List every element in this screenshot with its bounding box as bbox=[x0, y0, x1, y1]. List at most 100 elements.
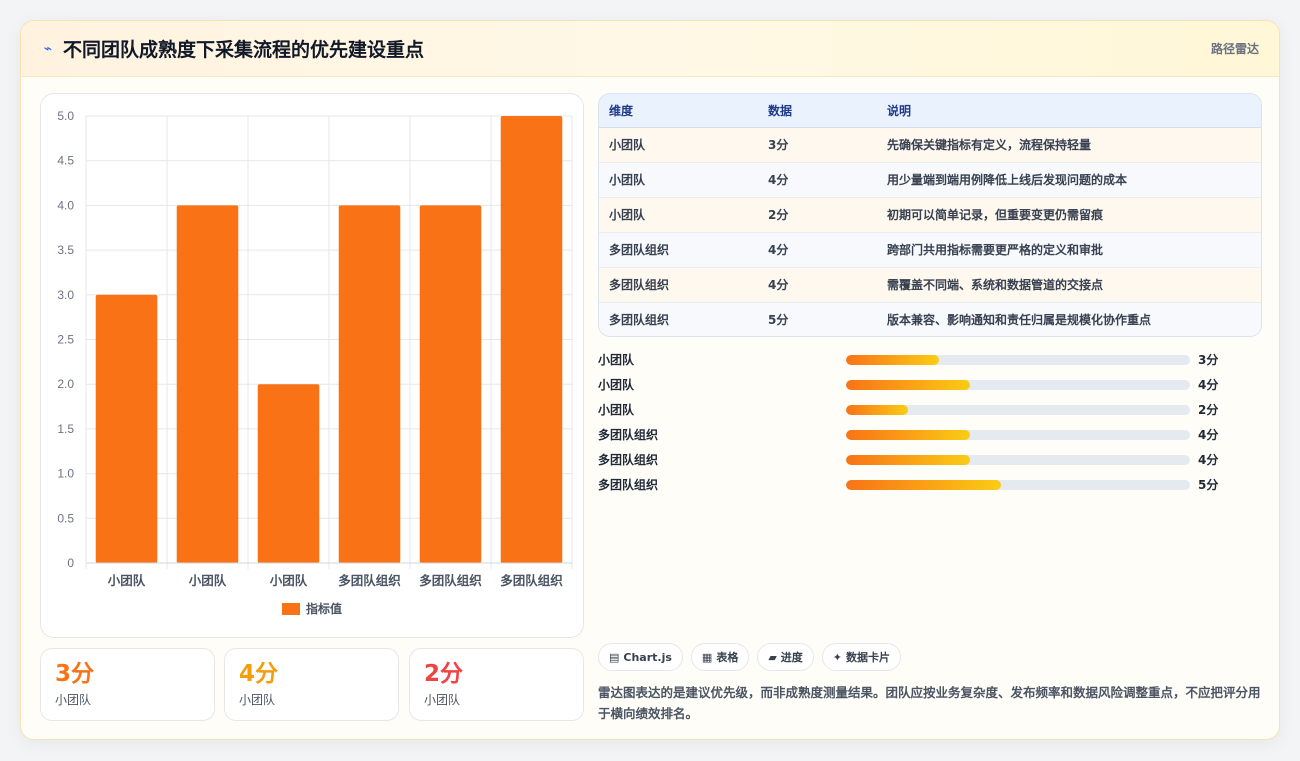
table-cell: 版本兼容、影响通知和责任归属是规模化协作重点 bbox=[877, 302, 1261, 336]
table-cell: 小团队 bbox=[599, 162, 758, 198]
bar bbox=[419, 205, 482, 563]
progress-label: 多团队组织 bbox=[598, 453, 659, 467]
table-header-dimension: 维度 bbox=[599, 94, 758, 128]
stat-value: 3分 bbox=[55, 661, 95, 687]
progress-row: 小团队 3分 bbox=[598, 347, 1262, 372]
progress-track bbox=[846, 404, 1190, 415]
table-cell: 5分 bbox=[758, 302, 877, 336]
progress-row: 多团队组织 5分 bbox=[598, 472, 1262, 497]
table-cell: 4分 bbox=[758, 267, 877, 303]
table-cell: 多团队组织 bbox=[599, 232, 758, 268]
card-icon: ✦ bbox=[832, 650, 843, 664]
progress-track bbox=[846, 379, 1190, 390]
y-tick-label: 1.0 bbox=[57, 467, 74, 481]
legend-label: 指标值 bbox=[305, 602, 342, 616]
footnote: 雷达图表达的是建议优先级，而非成熟度测量结果。团队应按业务复杂度、发布频率和数据… bbox=[598, 685, 1261, 721]
stat-card: 2分 小团队 bbox=[409, 648, 584, 721]
chip-table[interactable]: ▦ 表格 bbox=[690, 643, 750, 671]
progress-track bbox=[846, 479, 1190, 490]
table-row: 多团队组织 4分 跨部门共用指标需要更严格的定义和审批 bbox=[599, 232, 1261, 268]
progress-score: 5分 bbox=[1198, 478, 1219, 492]
progress-score: 4分 bbox=[1198, 453, 1219, 467]
bar bbox=[95, 294, 158, 563]
chip-label: 数据卡片 bbox=[846, 651, 891, 664]
table-cell: 多团队组织 bbox=[599, 267, 758, 303]
header-tag: 路径雷达 bbox=[1210, 42, 1259, 56]
x-tick-label: 小团队 bbox=[107, 573, 146, 588]
table-cell: 2分 bbox=[758, 197, 877, 233]
progress-track bbox=[846, 454, 1190, 465]
y-tick-label: 3.0 bbox=[57, 288, 74, 302]
table-cell: 多团队组织 bbox=[599, 302, 758, 336]
table-cell: 初期可以简单记录，但重要变更仍需留痕 bbox=[877, 197, 1261, 233]
chip-label: 表格 bbox=[716, 651, 739, 664]
bar bbox=[176, 205, 239, 563]
y-tick-label: 5.0 bbox=[57, 109, 74, 123]
y-tick-label: 0 bbox=[67, 556, 74, 570]
chip-label: 进度 bbox=[780, 651, 803, 664]
chip-data-card[interactable]: ✦ 数据卡片 bbox=[821, 643, 902, 671]
stat-value: 4分 bbox=[239, 661, 279, 687]
progress-label: 小团队 bbox=[598, 378, 635, 392]
stat-card: 3分 小团队 bbox=[40, 648, 215, 721]
bar bbox=[500, 116, 563, 563]
progress-row: 小团队 2分 bbox=[598, 397, 1262, 422]
table-row: 多团队组织 4分 需覆盖不同端、系统和数据管道的交接点 bbox=[599, 267, 1261, 303]
progress-fill bbox=[846, 379, 970, 390]
progress-score: 4分 bbox=[1198, 378, 1219, 392]
data-table: 维度 数据 说明 小团队 3分 先确保关键指标有定义，流程保持轻量 小团队 4分… bbox=[598, 93, 1262, 337]
main-card: ⌁ 不同团队成熟度下采集流程的优先建设重点 路径雷达 0 0.5 1.0 1.5 2.0… bbox=[20, 20, 1280, 740]
bar bbox=[338, 205, 401, 563]
progress-row: 多团队组织 4分 bbox=[598, 447, 1262, 472]
y-tick-label: 4.0 bbox=[57, 198, 74, 212]
progress-fill bbox=[846, 404, 908, 415]
table-header-description: 说明 bbox=[877, 94, 1261, 128]
progress-score: 2分 bbox=[1198, 403, 1219, 417]
table-cell: 用少量端到端用例降低上线后发现问题的成本 bbox=[877, 162, 1261, 198]
y-tick-label: 2.5 bbox=[57, 333, 74, 347]
table-cell: 需覆盖不同端、系统和数据管道的交接点 bbox=[877, 267, 1261, 303]
table-cell: 先确保关键指标有定义，流程保持轻量 bbox=[877, 127, 1261, 163]
stat-value: 2分 bbox=[424, 661, 464, 687]
x-tick-label: 多团队组织 bbox=[500, 573, 563, 588]
progress-score: 4分 bbox=[1198, 428, 1219, 442]
table-cell: 3分 bbox=[758, 127, 877, 163]
progress-row: 小团队 4分 bbox=[598, 372, 1262, 397]
x-tick-label: 小团队 bbox=[269, 573, 308, 588]
progress-label: 小团队 bbox=[598, 403, 635, 417]
chart-icon: ▤ bbox=[609, 650, 620, 664]
table-row: 小团队 3分 先确保关键指标有定义，流程保持轻量 bbox=[599, 127, 1261, 163]
stat-label: 小团队 bbox=[55, 693, 92, 707]
stat-label: 小团队 bbox=[239, 693, 276, 707]
progress-list: 小团队 3分 小团队 4分 小团队 2分 多团队组织 4分 多团队组织 4分 多… bbox=[598, 347, 1262, 497]
chart-svg: 0 0.5 1.0 1.5 2.0 2.5 3.0 3.5 4.0 4.5 5.0 小团队 小团队 小团队… bbox=[57, 109, 573, 588]
progress-row: 多团队组织 4分 bbox=[598, 422, 1262, 447]
sparkle-icon: ⌁ bbox=[43, 40, 53, 57]
table-row: 小团队 4分 用少量端到端用例降低上线后发现问题的成本 bbox=[599, 162, 1261, 198]
table-cell: 小团队 bbox=[599, 197, 758, 233]
progress-score: 3分 bbox=[1198, 353, 1219, 367]
bar-chart: 0 0.5 1.0 1.5 2.0 2.5 3.0 3.5 4.0 4.5 5.0 小团队 小团队 小团队… bbox=[40, 93, 584, 638]
chip-chartjs[interactable]: ▤ Chart.js bbox=[598, 643, 683, 671]
bar bbox=[257, 384, 320, 563]
x-tick-label: 多团队组织 bbox=[419, 573, 482, 588]
table-cell: 小团队 bbox=[599, 127, 758, 163]
y-tick-label: 0.5 bbox=[57, 511, 74, 525]
chart-legend[interactable]: 指标值 bbox=[41, 600, 583, 617]
y-tick-label: 1.5 bbox=[57, 422, 74, 436]
stat-card: 4分 小团队 bbox=[224, 648, 399, 721]
header: ⌁ 不同团队成熟度下采集流程的优先建设重点 路径雷达 bbox=[21, 21, 1279, 77]
progress-fill bbox=[846, 354, 939, 365]
x-tick-label: 小团队 bbox=[188, 573, 227, 588]
progress-label: 多团队组织 bbox=[598, 428, 659, 442]
table-cell: 4分 bbox=[758, 232, 877, 268]
chip-progress[interactable]: ▰ 进度 bbox=[757, 643, 814, 671]
legend-swatch bbox=[281, 602, 300, 615]
x-tick-label: 多团队组织 bbox=[338, 573, 401, 588]
y-tick-label: 3.5 bbox=[57, 243, 74, 257]
page-title: 不同团队成熟度下采集流程的优先建设重点 bbox=[63, 39, 425, 61]
chip-label: Chart.js bbox=[623, 650, 672, 664]
table-icon: ▦ bbox=[701, 650, 713, 664]
progress-track bbox=[846, 429, 1190, 440]
y-tick-label: 4.5 bbox=[57, 154, 74, 168]
